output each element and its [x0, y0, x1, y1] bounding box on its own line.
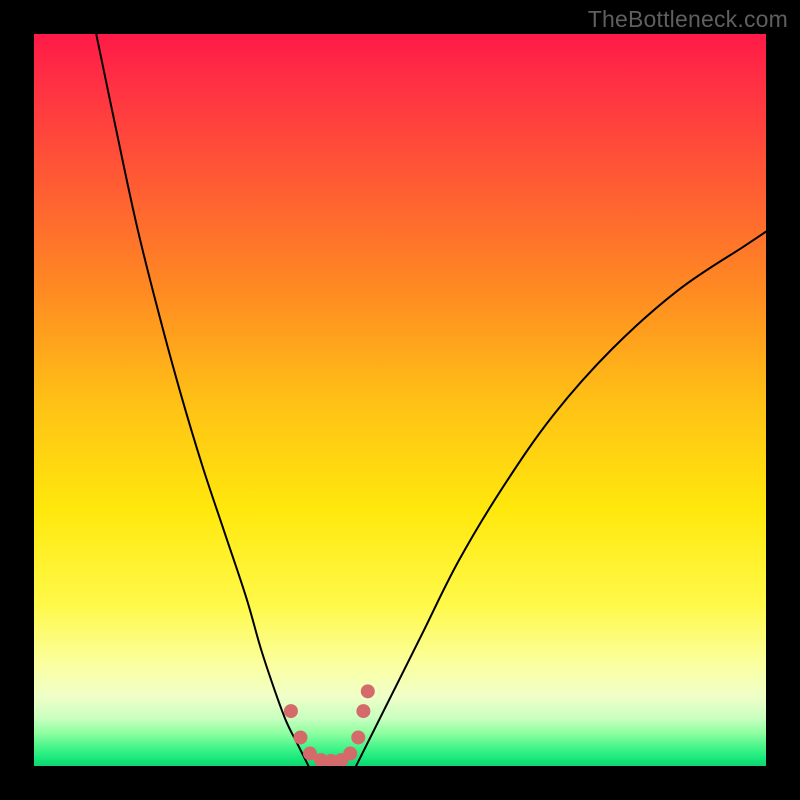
watermark-text: TheBottleneck.com [588, 6, 788, 33]
chart-frame: TheBottleneck.com [0, 0, 800, 800]
highlight-dot [351, 730, 365, 744]
highlight-dot [284, 704, 298, 718]
highlight-dot [293, 730, 307, 744]
highlight-dot [356, 704, 370, 718]
bottleneck-curve-right [356, 232, 766, 766]
bottleneck-curve-left [96, 34, 308, 766]
chart-curves [34, 34, 766, 766]
highlight-dot [343, 747, 357, 761]
plot-area [34, 34, 766, 766]
highlight-dot [361, 684, 375, 698]
